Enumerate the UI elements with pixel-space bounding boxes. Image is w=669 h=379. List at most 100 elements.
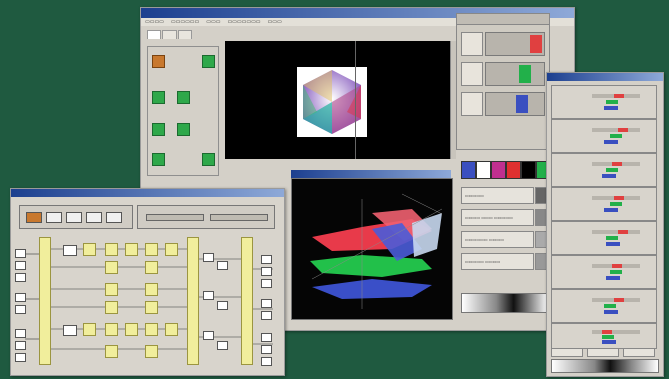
view-divider [355, 41, 356, 159]
channel-strip [551, 153, 657, 187]
gradient-bar-icon [461, 293, 549, 313]
blue-slider-track[interactable] [485, 92, 545, 116]
bus-bar[interactable] [39, 237, 51, 365]
rgb-slider-panel [456, 13, 550, 150]
process-block[interactable] [125, 243, 138, 256]
main-tabs [147, 30, 193, 39]
swatch-white[interactable] [476, 161, 491, 179]
process-block[interactable] [83, 323, 96, 336]
input-port[interactable] [15, 273, 26, 282]
green-button[interactable] [152, 153, 165, 166]
node-block[interactable] [63, 325, 77, 336]
node-block[interactable] [217, 261, 228, 270]
node-block[interactable] [203, 291, 214, 300]
channel-panel-title-bar [547, 73, 663, 81]
node-block[interactable] [203, 253, 214, 262]
orange-button[interactable] [152, 55, 165, 68]
input-port[interactable] [15, 305, 26, 314]
swatch-magenta[interactable] [491, 161, 506, 179]
process-block[interactable] [105, 301, 118, 314]
channel-panel-window [546, 72, 664, 377]
blue-slider-fill [516, 95, 528, 113]
process-block[interactable] [145, 323, 158, 336]
green-button[interactable] [202, 55, 215, 68]
nav-button[interactable] [551, 348, 583, 357]
channel-strip [551, 323, 657, 349]
green-button[interactable] [152, 123, 165, 136]
swatch-panel: ▭▭▭▭▭ ▭▭▭▭ ▭▭▭ ▭▭▭▭▭ ▭▭▭▭▭▭ ▭▭▭▭ ▭▭▭▭▭ ▭… [459, 153, 553, 323]
input-port[interactable] [15, 353, 26, 362]
red-slider-track[interactable] [485, 32, 545, 56]
output-port[interactable] [261, 333, 272, 342]
process-block[interactable] [165, 243, 178, 256]
green-slider-track[interactable] [485, 62, 545, 86]
tab[interactable] [161, 30, 177, 39]
gradient-bar-icon [551, 359, 659, 373]
bus-bar[interactable] [187, 237, 199, 365]
green-button[interactable] [177, 123, 190, 136]
output-port[interactable] [261, 345, 272, 354]
color-cube-icon [297, 67, 367, 137]
swatch-row [461, 161, 553, 179]
process-block[interactable] [105, 243, 118, 256]
swatch-blue[interactable] [461, 161, 476, 179]
property-row[interactable]: ▭▭▭▭▭ [461, 187, 534, 204]
input-port[interactable] [15, 293, 26, 302]
green-button[interactable] [202, 153, 215, 166]
node-block[interactable] [63, 245, 77, 256]
color-cube-view[interactable] [225, 41, 450, 159]
green-slider-fill [519, 65, 531, 83]
output-port[interactable] [261, 311, 272, 320]
channel-strip [551, 221, 657, 255]
property-row[interactable]: ▭▭▭▭▭ ▭▭▭▭ [461, 253, 534, 270]
node-block[interactable] [203, 331, 214, 340]
process-block[interactable] [105, 261, 118, 274]
output-port[interactable] [261, 267, 272, 276]
process-block[interactable] [165, 323, 178, 336]
process-block[interactable] [105, 283, 118, 296]
menu-item[interactable]: ▭▭▭ [268, 19, 282, 25]
output-port[interactable] [261, 299, 272, 308]
tab[interactable] [147, 30, 161, 39]
output-port[interactable] [261, 255, 272, 264]
process-block[interactable] [83, 243, 96, 256]
menu-item[interactable]: ▭▭▭▭▭▭ [171, 19, 199, 25]
property-row[interactable]: ▭▭▭▭ ▭▭▭ ▭▭▭▭▭ [461, 209, 534, 226]
node-block[interactable] [217, 341, 228, 350]
process-block[interactable] [145, 345, 158, 358]
nav-button[interactable] [623, 348, 655, 357]
output-port[interactable] [261, 357, 272, 366]
bus-bar[interactable] [241, 237, 253, 365]
surface-plot-view[interactable] [291, 178, 453, 320]
input-port[interactable] [15, 249, 26, 258]
slider-icon [461, 92, 483, 116]
property-row[interactable]: ▭▭▭▭▭▭ ▭▭▭▭ [461, 231, 534, 248]
tab[interactable] [177, 30, 192, 39]
panel-header [457, 14, 549, 25]
process-block[interactable] [145, 261, 158, 274]
process-block[interactable] [105, 345, 118, 358]
input-port[interactable] [15, 341, 26, 350]
menu-item[interactable]: ▭▭▭ [206, 19, 220, 25]
output-port[interactable] [261, 279, 272, 288]
surface-plot-icon [310, 193, 443, 309]
control-group [147, 46, 219, 176]
swatch-red[interactable] [506, 161, 521, 179]
process-block[interactable] [145, 243, 158, 256]
process-block[interactable] [145, 283, 158, 296]
menu-item[interactable]: ▭▭▭▭ [145, 19, 164, 25]
schematic-window [10, 188, 285, 376]
green-button[interactable] [152, 91, 165, 104]
node-block[interactable] [217, 301, 228, 310]
swatch-black[interactable] [521, 161, 536, 179]
process-block[interactable] [145, 301, 158, 314]
input-port[interactable] [15, 261, 26, 270]
menu-item[interactable]: ▭▭▭▭▭▭▭ [227, 19, 260, 25]
input-port[interactable] [15, 329, 26, 338]
slider-icon [461, 62, 483, 86]
channel-strip [551, 255, 657, 289]
green-button[interactable] [177, 91, 190, 104]
nav-button[interactable] [587, 348, 619, 357]
process-block[interactable] [105, 323, 118, 336]
process-block[interactable] [125, 323, 138, 336]
